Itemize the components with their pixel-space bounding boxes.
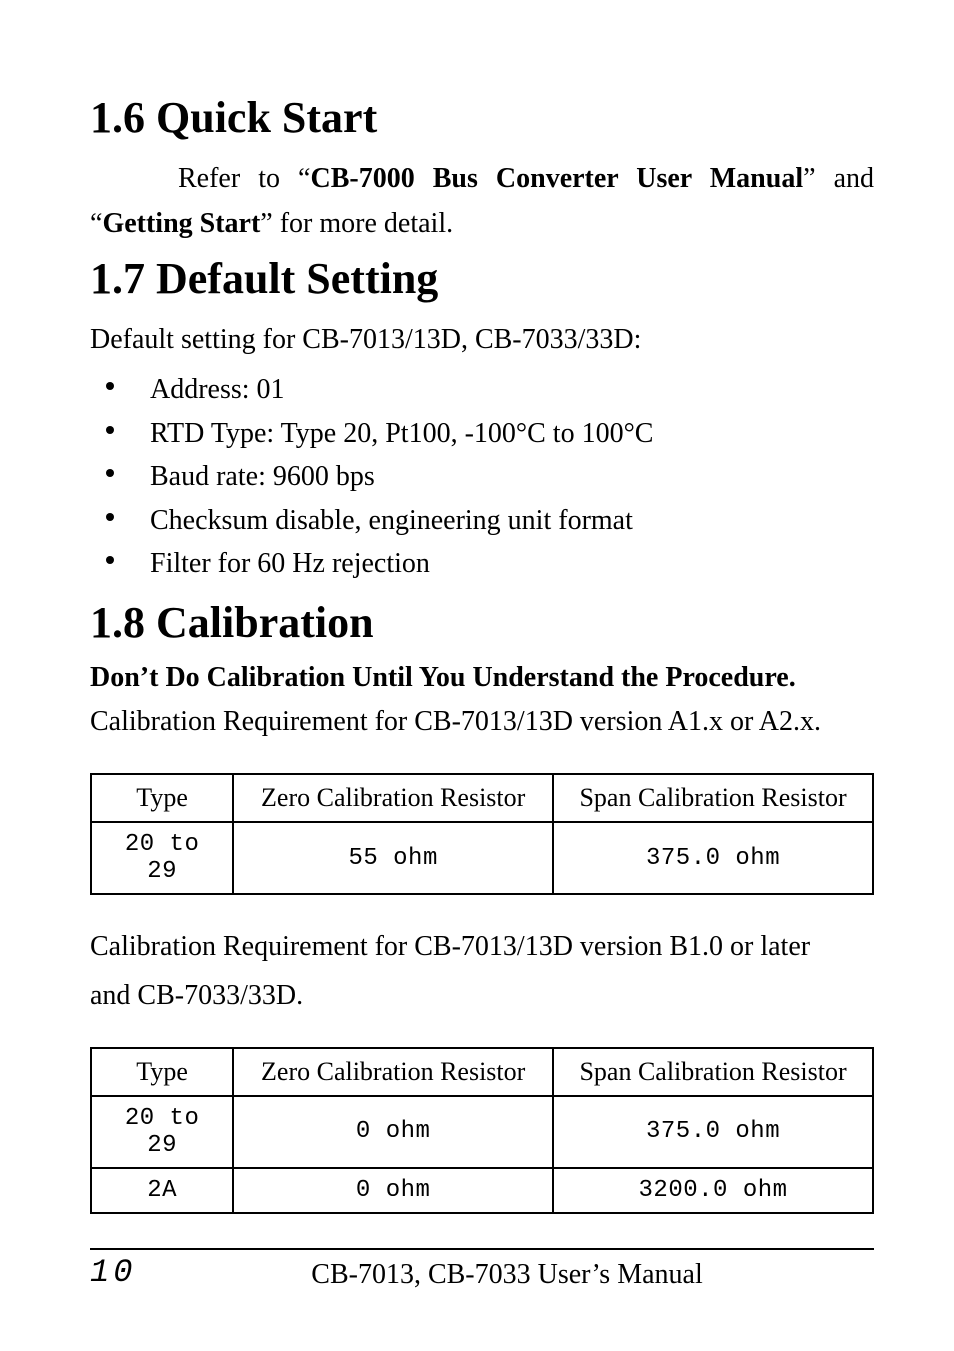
cell-type: 20 to 29 [91, 822, 233, 894]
cell-zero: 0 ohm [233, 1096, 553, 1168]
cell-zero: 0 ohm [233, 1168, 553, 1213]
list-item-label: RTD Type: Type 20, Pt100, -100°C to 100°… [150, 418, 653, 449]
cell-zero: 55 ohm [233, 822, 553, 894]
calibration-warning: Don’t Do Calibration Until You Understan… [90, 662, 874, 694]
cell-span: 3200.0 ohm [553, 1168, 873, 1213]
calibration-table-2: Type Zero Calibration Resistor Span Cali… [90, 1047, 874, 1214]
footer-title: CB-7013, CB-7033 User’s Manual [140, 1259, 874, 1291]
heading-quick-start: 1.6 Quick Start [90, 90, 874, 145]
list-item: Address: 01 [90, 368, 874, 411]
qs-text-prefix: Refer to “ [178, 163, 310, 194]
list-item: RTD Type: Type 20, Pt100, -100°C to 100°… [90, 412, 874, 455]
default-settings-list: Address: 01 RTD Type: Type 20, Pt100, -1… [90, 368, 874, 585]
qs-text-suffix: ” for more detail. [260, 208, 453, 239]
th-type: Type [91, 1048, 233, 1096]
footer-rule [90, 1248, 874, 1250]
table1-wrap: Type Zero Calibration Resistor Span Cali… [90, 773, 874, 895]
list-item: Baud rate: 9600 bps [90, 455, 874, 498]
table-row: 20 to 29 0 ohm 375.0 ohm [91, 1096, 873, 1168]
calibration-req2-line1: Calibration Requirement for CB-7013/13D … [90, 925, 874, 970]
list-item-label: Address: 01 [150, 374, 285, 405]
list-item-label: Checksum disable, engineering unit forma… [150, 505, 633, 536]
heading-calibration: 1.8 Calibration [90, 595, 874, 650]
list-item-label: Filter for 60 Hz rejection [150, 548, 430, 579]
th-span: Span Calibration Resistor [553, 1048, 873, 1096]
th-zero: Zero Calibration Resistor [233, 1048, 553, 1096]
list-item: Filter for 60 Hz rejection [90, 542, 874, 585]
cell-type: 2A [91, 1168, 233, 1213]
th-zero: Zero Calibration Resistor [233, 774, 553, 822]
calibration-table-1: Type Zero Calibration Resistor Span Cali… [90, 773, 874, 895]
th-type: Type [91, 774, 233, 822]
cell-span: 375.0 ohm [553, 822, 873, 894]
quick-start-paragraph: Refer to “CB-7000 Bus Converter User Man… [90, 157, 874, 247]
table-header-row: Type Zero Calibration Resistor Span Cali… [91, 1048, 873, 1096]
calibration-req1: Calibration Requirement for CB-7013/13D … [90, 700, 874, 745]
table-row: 20 to 29 55 ohm 375.0 ohm [91, 822, 873, 894]
qs-bold-manual: CB-7000 Bus Converter User Manual [310, 163, 803, 194]
th-span: Span Calibration Resistor [553, 774, 873, 822]
list-item: Checksum disable, engineering unit forma… [90, 499, 874, 542]
page-container: 1.6 Quick Start Refer to “CB-7000 Bus Co… [0, 0, 954, 1351]
heading-default-setting: 1.7 Default Setting [90, 251, 874, 306]
table-header-row: Type Zero Calibration Resistor Span Cali… [91, 774, 873, 822]
calibration-req2-line2: and CB-7033/33D. [90, 974, 874, 1019]
page-footer: 10 CB-7013, CB-7033 User’s Manual [90, 1248, 874, 1291]
list-item-label: Baud rate: 9600 bps [150, 461, 375, 492]
footer-row: 10 CB-7013, CB-7033 User’s Manual [90, 1254, 874, 1291]
table-row: 2A 0 ohm 3200.0 ohm [91, 1168, 873, 1213]
qs-bold-getting-start: Getting Start [102, 208, 260, 239]
cell-type: 20 to 29 [91, 1096, 233, 1168]
cell-span: 375.0 ohm [553, 1096, 873, 1168]
default-setting-intro: Default setting for CB-7013/13D, CB-7033… [90, 318, 874, 363]
table2-wrap: Type Zero Calibration Resistor Span Cali… [90, 1047, 874, 1214]
